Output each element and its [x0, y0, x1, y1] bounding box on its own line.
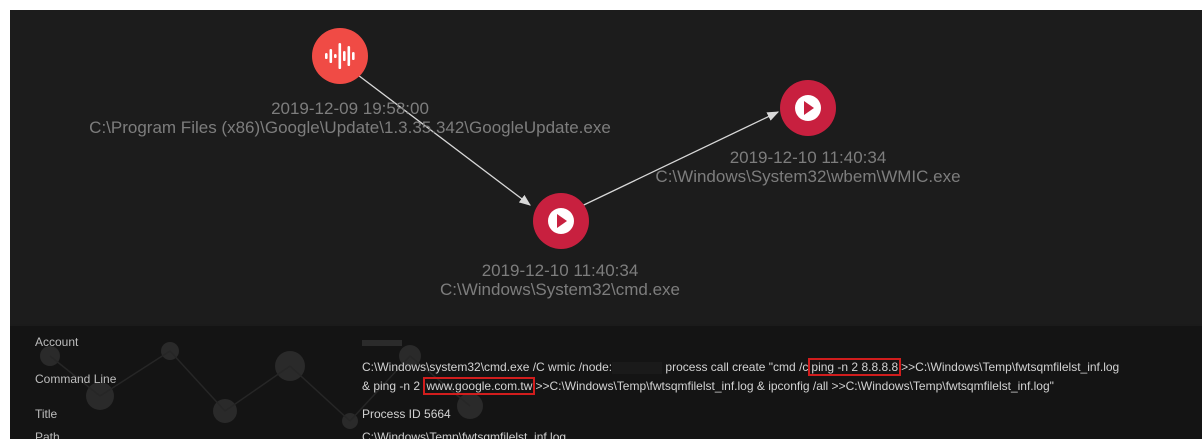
redacted-account — [362, 339, 402, 346]
command-line-part3: >>C:\Windows\Temp\fwtsqmfilelst_inf.log — [901, 360, 1120, 374]
node-wmic-label: 2019-12-10 11:40:34 C:\Windows\System32\… — [608, 148, 1008, 186]
command-line-part5: >>C:\Windows\Temp\fwtsqmfilelst_inf.log … — [535, 379, 1054, 393]
node-wmic-timestamp: 2019-12-10 11:40:34 — [729, 148, 887, 167]
details-row-command-line: Command Line C:\Windows\system32\cmd.exe… — [10, 358, 1202, 400]
highlight-ping-domain: www.google.com.tw — [423, 377, 536, 395]
command-line-label: Command Line — [35, 372, 117, 386]
command-line-line1: C:\Windows\system32\cmd.exe /C wmic /nod… — [362, 358, 1120, 376]
node-wmic-path: C:\Windows\System32\wbem\WMIC.exe — [655, 166, 961, 186]
command-line-line2: & ping -n 2 www.google.com.tw >>C:\Window… — [362, 377, 1054, 395]
command-line-part1: C:\Windows\system32\cmd.exe /C wmic /nod… — [362, 360, 613, 374]
node-googleupdate-label: 2019-12-09 19:58:00 C:\Program Files (x8… — [30, 99, 670, 137]
process-graph: 2019-12-09 19:58:00 C:\Program Files (x8… — [10, 10, 1202, 324]
command-line-part2: process call create "cmd /c — [665, 360, 809, 374]
audio-waveform-icon — [325, 43, 355, 69]
node-cmd[interactable] — [533, 193, 589, 249]
node-googleupdate-timestamp: 2019-12-09 19:58:00 — [271, 99, 429, 118]
node-googleupdate-path: C:\Program Files (x86)\Google\Update\1.3… — [89, 117, 611, 137]
play-icon — [795, 95, 821, 121]
node-cmd-label: 2019-12-10 11:40:34 C:\Windows\System32\… — [380, 261, 740, 299]
account-value — [362, 335, 402, 349]
title-value: Process ID 5664 — [362, 407, 451, 421]
command-line-part4: & ping -n 2 — [362, 379, 421, 393]
account-label: Account — [35, 335, 79, 349]
command-line-value: C:\Windows\system32\cmd.exe /C wmic /nod… — [362, 358, 1119, 396]
node-googleupdate[interactable] — [312, 28, 368, 84]
path-label: Path — [35, 430, 60, 439]
node-wmic[interactable] — [780, 80, 836, 136]
process-details-table: Account Command Line C:\Windows\system32… — [10, 326, 1202, 439]
path-value: C:\Windows\Temp\fwtsqmfilelst_inf.log — [362, 430, 567, 439]
redacted-node-name — [612, 361, 663, 374]
process-tree-panel: 2019-12-09 19:58:00 C:\Program Files (x8… — [10, 10, 1202, 439]
title-label: Title — [35, 407, 58, 421]
highlight-ping-ip: ping -n 2 8.8.8.8 — [808, 358, 902, 376]
node-cmd-path: C:\Windows\System32\cmd.exe — [440, 279, 680, 299]
play-icon — [548, 208, 574, 234]
node-cmd-timestamp: 2019-12-10 11:40:34 — [481, 261, 639, 280]
